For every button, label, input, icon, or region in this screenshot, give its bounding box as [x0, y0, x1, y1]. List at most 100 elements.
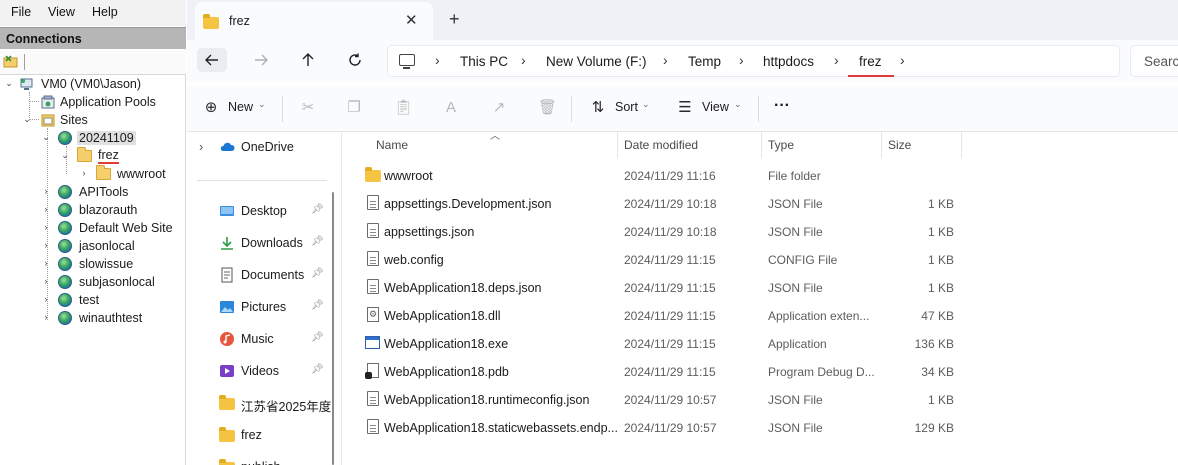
pin-icon[interactable]: 📌︎	[311, 364, 324, 375]
chevron-down-icon[interactable]: ⌄	[258, 99, 266, 110]
tab-frez[interactable]: frez ✕	[195, 2, 433, 40]
cut-icon[interactable]: ✂	[299, 99, 317, 117]
breadcrumb-new-volume[interactable]: New Volume (F:)	[546, 54, 647, 69]
expand-chevron-icon[interactable]: ›	[41, 258, 51, 268]
expand-chevron-icon[interactable]: ›	[41, 186, 51, 196]
forward-button[interactable]	[246, 48, 276, 72]
menu-help[interactable]: Help	[92, 5, 118, 19]
tree-node-site-apitools[interactable]: › APITools	[0, 183, 186, 201]
sort-button[interactable]: Sort	[615, 100, 638, 114]
navigation-pane-scrollbar[interactable]	[332, 192, 334, 465]
pin-icon[interactable]: 📌︎	[311, 332, 324, 343]
menu-file[interactable]: File	[11, 5, 31, 19]
tree-node-site-slowissue[interactable]: › slowissue	[0, 255, 186, 273]
pin-icon[interactable]: 📌︎	[311, 204, 324, 215]
expand-chevron-icon[interactable]: ›	[41, 222, 51, 232]
nav-item-downloads[interactable]: Downloads 📌︎	[187, 231, 332, 255]
connect-icon[interactable]	[3, 55, 18, 68]
tree-node-sites[interactable]: ⌄ Sites	[0, 111, 186, 129]
column-header-size[interactable]: Size	[888, 138, 911, 152]
expand-chevron-icon[interactable]: ›	[79, 168, 89, 178]
view-icon[interactable]: ☰	[676, 99, 694, 117]
file-row[interactable]: WebApplication18.dll 2024/11/29 11:15 Ap…	[343, 301, 1178, 329]
tree-node-app-pools[interactable]: Application Pools	[0, 93, 186, 111]
expand-chevron-icon[interactable]: ⌄	[22, 114, 32, 124]
file-row[interactable]: WebApplication18.deps.json 2024/11/29 11…	[343, 273, 1178, 301]
nav-item-pictures[interactable]: Pictures 📌︎	[187, 295, 332, 319]
breadcrumb-temp[interactable]: Temp	[688, 54, 721, 69]
chevron-right-icon[interactable]: ›	[900, 52, 905, 68]
column-header-type[interactable]: Type	[768, 138, 794, 152]
file-row[interactable]: WebApplication18.staticwebassets.endp...…	[343, 413, 1178, 441]
chevron-down-icon[interactable]: ⌄	[642, 99, 650, 110]
new-button[interactable]: New	[228, 100, 253, 114]
nav-item-documents[interactable]: Documents 📌︎	[187, 263, 332, 287]
new-plus-icon[interactable]: ⊕	[202, 99, 220, 117]
file-row[interactable]: appsettings.json 2024/11/29 10:18 JSON F…	[343, 217, 1178, 245]
refresh-button[interactable]	[340, 48, 370, 72]
delete-icon[interactable]: 🗑︎	[538, 99, 557, 117]
nav-item-jiangsu-folder[interactable]: 江苏省2025年度	[187, 391, 332, 415]
nav-item-publish[interactable]: publish	[187, 455, 332, 465]
column-header-name[interactable]: Name	[376, 138, 408, 152]
file-row[interactable]: web.config 2024/11/29 11:15 CONFIG File …	[343, 245, 1178, 273]
breadcrumb-this-pc[interactable]: This PC	[460, 54, 508, 69]
more-options-button[interactable]: ···	[774, 97, 790, 115]
column-header-date[interactable]: Date modified	[624, 138, 698, 152]
expand-chevron-icon[interactable]: ›	[41, 204, 51, 214]
breadcrumb-httpdocs[interactable]: httpdocs	[763, 54, 814, 69]
back-button[interactable]	[197, 48, 227, 72]
tree-node-site-blazorauth[interactable]: › blazorauth	[0, 201, 186, 219]
view-button[interactable]: View	[702, 100, 729, 114]
chevron-right-icon[interactable]: ›	[199, 139, 203, 154]
search-box[interactable]: Searc	[1130, 45, 1178, 77]
expand-chevron-icon[interactable]: ›	[41, 294, 51, 304]
tree-node-site-jasonlocal[interactable]: › jasonlocal	[0, 237, 186, 255]
up-button[interactable]	[293, 48, 323, 72]
chevron-down-icon[interactable]: ⌄	[734, 99, 742, 110]
tree-node-site-winauthtest[interactable]: › winauthtest	[0, 309, 186, 327]
chevron-right-icon[interactable]: ›	[521, 52, 526, 68]
tree-node-site-test[interactable]: › test	[0, 291, 186, 309]
tree-node-site-20241109[interactable]: ⌄ 20241109	[0, 129, 186, 147]
chevron-right-icon[interactable]: ›	[435, 52, 440, 68]
pin-icon[interactable]: 📌︎	[311, 268, 324, 279]
address-bar[interactable]: › This PC › New Volume (F:) › Temp › htt…	[387, 45, 1120, 77]
chevron-right-icon[interactable]: ›	[739, 52, 744, 68]
nav-item-desktop[interactable]: Desktop 📌︎	[187, 199, 332, 223]
chevron-right-icon[interactable]: ›	[663, 52, 668, 68]
expand-chevron-icon[interactable]: ›	[41, 312, 51, 322]
tree-node-frez[interactable]: ⌄ frez	[0, 147, 186, 165]
file-row[interactable]: appsettings.Development.json 2024/11/29 …	[343, 189, 1178, 217]
menu-view[interactable]: View	[48, 5, 75, 19]
tree-node-wwwroot[interactable]: › wwwroot	[0, 165, 186, 183]
rename-icon[interactable]: A	[442, 99, 460, 117]
expand-chevron-icon[interactable]: ›	[41, 276, 51, 286]
column-divider[interactable]	[881, 132, 882, 158]
nav-item-music[interactable]: Music 📌︎	[187, 327, 332, 351]
tree-node-server[interactable]: ⌄ VM0 (VM0\Jason)	[0, 75, 186, 93]
chevron-right-icon[interactable]: ›	[834, 52, 839, 68]
tree-node-site-subjasonlocal[interactable]: › subjasonlocal	[0, 273, 186, 291]
expand-chevron-icon[interactable]: ⌄	[41, 132, 51, 142]
share-icon[interactable]: ↗	[490, 99, 508, 117]
new-tab-button[interactable]: +	[449, 9, 460, 30]
file-row[interactable]: WebApplication18.exe 2024/11/29 11:15 Ap…	[343, 329, 1178, 357]
sort-icon[interactable]: ⇅	[589, 99, 607, 117]
nav-item-videos[interactable]: Videos 📌︎	[187, 359, 332, 383]
file-row[interactable]: WebApplication18.pdb 2024/11/29 11:15 Pr…	[343, 357, 1178, 385]
nav-item-frez[interactable]: frez	[187, 423, 332, 447]
tree-node-site-default[interactable]: › Default Web Site	[0, 219, 186, 237]
column-divider[interactable]	[761, 132, 762, 158]
expand-chevron-icon[interactable]: ⌄	[60, 150, 70, 160]
close-icon[interactable]: ✕	[405, 11, 418, 29]
expand-chevron-icon[interactable]: ⌄	[4, 78, 14, 88]
pin-icon[interactable]: 📌︎	[311, 236, 324, 247]
nav-item-onedrive[interactable]: › OneDrive	[187, 135, 332, 159]
file-row[interactable]: wwwroot 2024/11/29 11:16 File folder	[343, 161, 1178, 189]
copy-icon[interactable]: ❐	[345, 99, 363, 117]
column-divider[interactable]	[961, 132, 962, 158]
column-divider[interactable]	[617, 132, 618, 158]
paste-icon[interactable]: 📋︎	[394, 99, 413, 117]
breadcrumb-frez[interactable]: frez	[859, 54, 882, 69]
